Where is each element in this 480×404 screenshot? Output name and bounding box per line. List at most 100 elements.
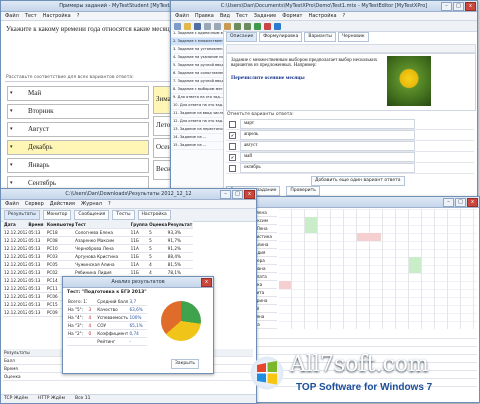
- col-result[interactable]: Результат: [167, 221, 193, 228]
- option-row[interactable]: март: [226, 119, 474, 130]
- task-list-item[interactable]: 1. Задание с одиночным вы...: [171, 30, 223, 38]
- task-list-item[interactable]: 15. Задание на ...: [171, 142, 223, 150]
- tab-variants[interactable]: Варианты: [304, 32, 336, 42]
- minimize-button[interactable]: –: [441, 2, 452, 11]
- task-list-item[interactable]: 8. Задание с выбором места...: [171, 86, 223, 94]
- messages-button[interactable]: Сообщения: [74, 210, 110, 220]
- task-list-item[interactable]: 13. Задание на перестано...: [171, 126, 223, 134]
- menu-help[interactable]: ?: [343, 13, 346, 19]
- col-group[interactable]: Группа: [130, 221, 149, 228]
- maximize-button[interactable]: □: [453, 2, 464, 11]
- option-text[interactable]: март: [240, 119, 415, 129]
- paste-icon[interactable]: [224, 22, 231, 30]
- table-row[interactable]: 12.12.2012 05:13 PC08 Азаренко Максим 11…: [3, 237, 193, 245]
- menu-journal[interactable]: Журнал: [81, 201, 102, 207]
- table-row[interactable]: 12.12.2012 05:13 PC03 Аргунова Кристина …: [3, 253, 193, 261]
- match-row[interactable]: ▾ Вторник: [7, 104, 149, 119]
- run-test-icon[interactable]: [274, 22, 281, 30]
- menu-view[interactable]: Вид: [220, 13, 230, 19]
- task-list-item[interactable]: 3. Задание на установлен...: [171, 46, 223, 54]
- col-time[interactable]: Время: [27, 221, 46, 228]
- option-checkbox[interactable]: ✔: [229, 153, 236, 161]
- menu-server[interactable]: Сервер: [25, 201, 44, 207]
- results-titlebar[interactable]: C:\Users\Dan\Downloads\Результаты 2012_1…: [1, 189, 256, 200]
- task-list-item[interactable]: 12. Для ответа на это зад...: [171, 118, 223, 126]
- results-tab[interactable]: Результаты: [4, 210, 40, 220]
- select-arrow-icon[interactable]: ▾: [10, 144, 13, 150]
- close-button[interactable]: x: [467, 198, 478, 207]
- option-checkbox[interactable]: ✔: [229, 131, 236, 139]
- analysis-titlebar[interactable]: Анализ результатов x: [63, 277, 213, 288]
- option-text[interactable]: апрель: [240, 130, 415, 140]
- menu-help[interactable]: ?: [77, 13, 80, 19]
- save-icon[interactable]: [194, 22, 201, 30]
- task-list-item[interactable]: 7. Задание на ручной ввод...: [171, 78, 223, 86]
- option-checkbox[interactable]: [229, 120, 236, 128]
- match-row[interactable]: ▾ Декабрь: [7, 140, 149, 155]
- undo-icon[interactable]: [234, 22, 241, 30]
- menu-test[interactable]: Тест: [236, 13, 248, 19]
- editor-titlebar[interactable]: C:\Users\Dan\Documents\MyTestXPro\Demo\T…: [171, 1, 477, 12]
- maximize-button[interactable]: □: [455, 198, 466, 207]
- option-row[interactable]: октябрь: [226, 163, 474, 174]
- menu-format[interactable]: Формат: [282, 13, 302, 19]
- minimize-button[interactable]: –: [220, 190, 231, 199]
- table-row[interactable]: 12.12.2012 05:13 PC18 Сологнева Елена 11…: [3, 229, 193, 237]
- option-text[interactable]: май: [240, 152, 415, 162]
- monitor-button[interactable]: Монитор: [42, 210, 72, 220]
- close-button[interactable]: x: [201, 278, 212, 287]
- option-row[interactable]: август: [226, 141, 474, 152]
- task-list-item[interactable]: 11. Задание на ввод числа...: [171, 110, 223, 118]
- menu-help[interactable]: ?: [108, 201, 111, 207]
- col-computer[interactable]: Компьютер: [46, 221, 74, 228]
- copy-icon[interactable]: [214, 22, 221, 30]
- settings-button[interactable]: Настройка: [137, 210, 171, 220]
- option-row[interactable]: ✔ май: [226, 152, 474, 163]
- menu-file[interactable]: Файл: [5, 13, 19, 19]
- open-icon[interactable]: [184, 22, 191, 30]
- tab-description[interactable]: Описание: [226, 32, 258, 42]
- menu-file[interactable]: Файл: [5, 201, 19, 207]
- menu-settings[interactable]: Настройка: [308, 13, 336, 19]
- redo-icon[interactable]: [244, 22, 251, 30]
- table-row[interactable]: 12.12.2012 05:13 PC10 Черноброва Лена 11…: [3, 245, 193, 253]
- table-row[interactable]: 12.12.2012 05:13 PC05 Чужинская Алина 11…: [3, 261, 193, 269]
- select-arrow-icon[interactable]: ▾: [10, 90, 13, 96]
- tab-draft[interactable]: Черновик: [337, 32, 369, 42]
- match-row[interactable]: ▾ Май: [7, 86, 149, 101]
- menu-actions[interactable]: Действия: [50, 201, 75, 207]
- col-grade[interactable]: Оценка: [148, 221, 167, 228]
- task-list-item[interactable]: 5. Задание на ручной ввод...: [171, 62, 223, 70]
- match-row[interactable]: ▾ Январь: [7, 158, 149, 173]
- col-date[interactable]: Дата: [3, 221, 27, 228]
- add-option-button[interactable]: Добавить еще один вариант ответа: [311, 176, 405, 186]
- question-editor[interactable]: Задание с множественным выбором предпола…: [226, 53, 476, 111]
- option-row[interactable]: ✔ апрель: [226, 130, 474, 141]
- task-list-item[interactable]: 4. Задание на указание по...: [171, 54, 223, 62]
- match-row[interactable]: ▾ Август: [7, 122, 149, 137]
- add-task-icon[interactable]: [254, 22, 261, 30]
- option-text[interactable]: октябрь: [240, 163, 415, 173]
- tests-button[interactable]: Тесты: [112, 210, 135, 220]
- menu-settings[interactable]: Настройка: [43, 13, 71, 19]
- new-icon[interactable]: [174, 22, 181, 30]
- close-dialog-button[interactable]: Закрыть: [171, 359, 200, 369]
- menu-test[interactable]: Тест: [25, 13, 37, 19]
- col-test[interactable]: Тест: [74, 221, 130, 228]
- close-button[interactable]: x: [244, 190, 255, 199]
- task-list-item[interactable]: 6. Задание на сопоставлен...: [171, 70, 223, 78]
- select-arrow-icon[interactable]: ▾: [10, 180, 13, 186]
- delete-task-icon[interactable]: [264, 22, 271, 30]
- minimize-button[interactable]: –: [443, 198, 454, 207]
- task-list-item[interactable]: 10. Для ответа на это зад...: [171, 102, 223, 110]
- select-arrow-icon[interactable]: ▾: [10, 162, 13, 168]
- menu-file[interactable]: Файл: [175, 13, 189, 19]
- maximize-button[interactable]: □: [232, 190, 243, 199]
- close-button[interactable]: x: [465, 2, 476, 11]
- grid-titlebar[interactable]: – □ x: [229, 197, 479, 208]
- menu-task[interactable]: Задание: [254, 13, 276, 19]
- select-arrow-icon[interactable]: ▾: [10, 126, 13, 132]
- check-button[interactable]: Проверить: [286, 186, 320, 196]
- cut-icon[interactable]: [204, 22, 211, 30]
- task-list-item-selected[interactable]: 2. Задание с множественн...: [171, 38, 223, 46]
